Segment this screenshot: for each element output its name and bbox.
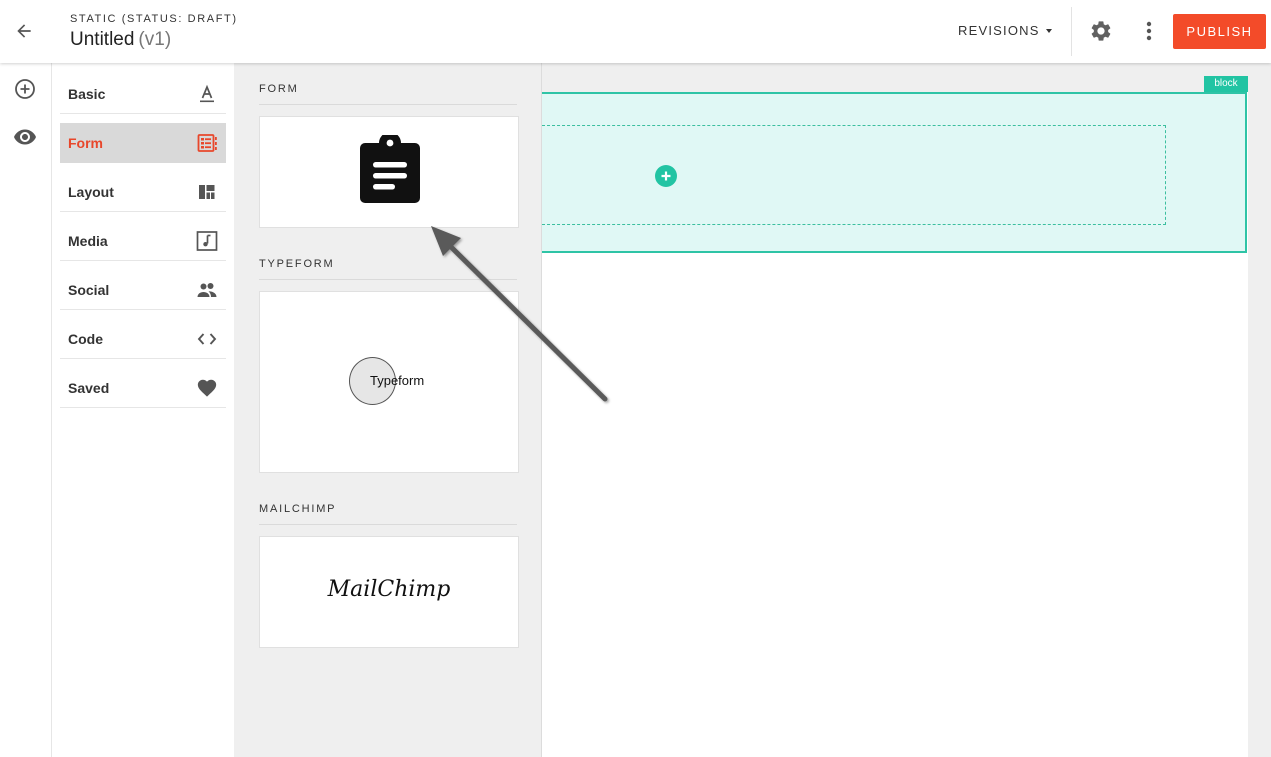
category-item-social[interactable]: Social (60, 270, 226, 310)
top-bar: STATIC (STATUS: DRAFT) Untitled (v1) REVI… (0, 0, 1271, 63)
mailchimp-block-card[interactable]: MailChimp (259, 536, 519, 648)
media-icon (196, 230, 218, 252)
publish-button[interactable]: PUBLISH (1173, 14, 1266, 49)
category-label: Media (68, 232, 108, 249)
clipboard-icon (360, 135, 420, 203)
heart-icon (196, 377, 218, 399)
add-element-icon[interactable] (655, 165, 677, 187)
eye-icon[interactable] (13, 125, 37, 149)
canvas-right-gutter (1248, 63, 1271, 757)
page-title-block: STATIC (STATUS: DRAFT) Untitled (v1) (70, 13, 238, 51)
add-circle-icon[interactable] (13, 77, 37, 101)
block-panel: FORM TYPEFORM Typeform MAILCHIMP MailChi… (234, 63, 542, 757)
code-icon (196, 328, 218, 350)
block-tag: block (1204, 76, 1248, 92)
selected-block[interactable] (542, 92, 1247, 253)
category-label: Form (68, 134, 103, 151)
category-menu: Basic Form Layout Media Social Code Save… (53, 63, 234, 757)
category-label: Basic (68, 85, 106, 102)
text-format-icon (196, 83, 218, 105)
category-label: Social (68, 281, 110, 298)
form-block-card[interactable] (259, 116, 519, 228)
category-item-media[interactable]: Media (60, 221, 226, 261)
page-canvas: block (542, 63, 1248, 757)
section-title-typeform: TYPEFORM (259, 258, 517, 280)
typeform-block-card[interactable]: Typeform (259, 291, 519, 473)
category-label: Saved (68, 379, 110, 396)
section-title-mailchimp: MAILCHIMP (259, 503, 517, 525)
category-item-basic[interactable]: Basic (60, 74, 226, 114)
category-item-layout[interactable]: Layout (60, 172, 226, 212)
category-item-code[interactable]: Code (60, 319, 226, 359)
people-icon (196, 279, 218, 301)
mailchimp-logo-text: MailChimp (327, 577, 451, 602)
left-rail (0, 63, 52, 757)
canvas-top-gutter (542, 63, 1248, 92)
more-vert-icon[interactable] (1138, 19, 1160, 43)
gear-icon[interactable] (1089, 19, 1113, 43)
category-label: Layout (68, 183, 114, 200)
layout-icon (196, 181, 218, 203)
category-label: Code (68, 330, 103, 347)
revisions-dropdown[interactable]: REVISIONS (958, 23, 1052, 38)
category-item-saved[interactable]: Saved (60, 368, 226, 408)
page-version: (v1) (138, 29, 172, 50)
caret-down-icon (1045, 28, 1052, 33)
revisions-label: REVISIONS (958, 23, 1040, 38)
page-status: STATIC (STATUS: DRAFT) (70, 13, 238, 25)
block-dropzone[interactable] (542, 125, 1166, 225)
section-title-form: FORM (259, 83, 517, 105)
back-arrow-icon[interactable] (10, 17, 38, 45)
category-item-form[interactable]: Form (60, 123, 226, 163)
typeform-logo-text: Typeform (370, 373, 425, 388)
page-title-text: Untitled (70, 29, 135, 50)
header-divider (1071, 7, 1072, 56)
page-title[interactable]: Untitled (v1) (70, 29, 238, 51)
form-icon (196, 132, 218, 154)
